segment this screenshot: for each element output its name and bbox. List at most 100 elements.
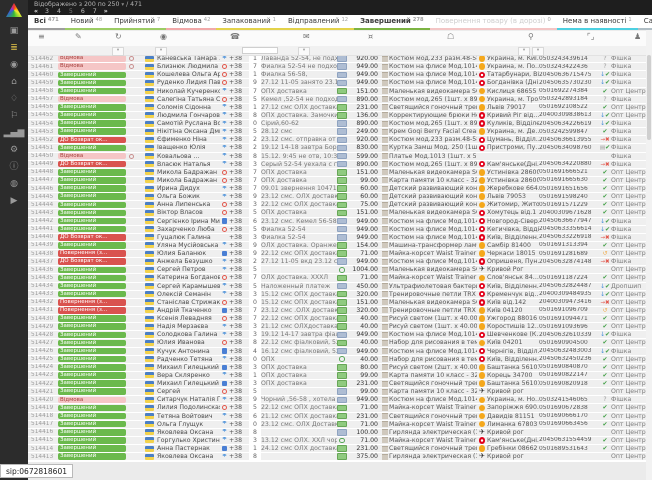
table-row[interactable]: 514415ЗавершенийГоргулько Христина…*+383… xyxy=(28,437,646,445)
orders-list-column-icon[interactable]: ≡ xyxy=(38,32,45,41)
table-row[interactable]: 514451ЗавершенийІващенко Юлія*+38219.12 … xyxy=(28,144,646,152)
table-row[interactable]: 514432Повернення (з…Станіслав Стрижак+38… xyxy=(28,299,646,307)
manager-column-icon[interactable]: ♟ xyxy=(634,32,641,41)
table-row[interactable]: 514449ДО Возврат ок…Власюк Наталья*+383С… xyxy=(28,161,646,169)
table-row[interactable]: 514447ЗавершенийМикола Бадражан+387ОПХ д… xyxy=(28,177,646,185)
filter-dropdown-1[interactable]: ▾ xyxy=(155,47,167,56)
table-row[interactable]: 514438Повернення (з…Юлия Баланюк+38922.1… xyxy=(28,250,646,258)
app-logo[interactable] xyxy=(6,3,22,17)
table-row[interactable]: 514421ЗавершенийСергей+38599.00Карта пам… xyxy=(28,388,646,396)
tab-Завершений[interactable]: Завершений278 xyxy=(354,15,430,30)
table-row[interactable]: 514416ЗавершенийЯковлева Оксана*+388100.… xyxy=(28,429,646,437)
tab-Повернення товару (в дорозі)[interactable]: Повернення товару (в дорозі)0 xyxy=(430,15,557,30)
page-number-7[interactable]: 7 xyxy=(92,8,98,15)
edit-column-icon[interactable]: ✎ xyxy=(75,32,82,41)
tab-Самовивіз[interactable]: Самовивіз2 xyxy=(638,15,652,30)
sidebar-item-customers[interactable]: ◉ xyxy=(0,57,28,74)
phone-column-icon[interactable]: ☎ xyxy=(230,32,240,41)
comment-column-icon[interactable]: ✉ xyxy=(303,32,310,41)
table-row[interactable]: 514424ЗавершенийМихаил Гилецький+383ОПХ … xyxy=(28,364,646,372)
tab-Відправлений[interactable]: Відправлений12 xyxy=(282,15,354,30)
table-row[interactable]: 514420ВідмоваСитарчук Наталія Гр…*+389Чо… xyxy=(28,396,646,404)
table-row[interactable]: 514429ЗавершенийНадія Мерзаєва*+38321.12… xyxy=(28,323,646,331)
table-row[interactable]: 514455ЗавершенийЛюдмила Гончарова*+388ОП… xyxy=(28,112,646,120)
table-row[interactable]: 514431Повернення (з…Андрій Ткаченко+3872… xyxy=(28,307,646,315)
table-row[interactable]: 514417ЗавершенийОльга Глущук*+38023.12 с… xyxy=(28,421,646,429)
range-dropdown-icon[interactable]: ▾ xyxy=(121,2,124,8)
table-row[interactable]: 514440ДО Возврат ок…Гуцалюк Галина+383Фи… xyxy=(28,234,646,242)
table-row[interactable]: 514454ЗавершенийСамотій Руслана Во…*+380… xyxy=(28,120,646,128)
tab-Всі[interactable]: Всі471 xyxy=(28,15,65,30)
scrollbar-thumb[interactable] xyxy=(647,55,651,140)
table-row[interactable]: 514436ЗавершенийСергей Петров*+3851004.0… xyxy=(28,266,646,274)
table-row[interactable]: 514456ЗавершенийСоломія Сідонна*+38127.1… xyxy=(28,104,646,112)
table-row[interactable]: 514425ЗавершенийРадченко Тетяна*+380ОПХ4… xyxy=(28,356,646,364)
page-number-3[interactable]: 3 xyxy=(44,8,50,15)
table-row[interactable]: 514457ВідмоваСалегіна Татьяна С…+385Кеме… xyxy=(28,96,646,104)
table-row[interactable]: 514452ДО Возврат ок…Єфименко Ніна*+38223… xyxy=(28,136,646,144)
table-row[interactable]: 514442ЗавершенийСергієнко Ірина Ми…+3862… xyxy=(28,218,646,226)
filter-dropdown-2[interactable]: ▾ xyxy=(298,47,310,56)
tab-Нема в наявності[interactable]: Нема в наявності1 xyxy=(557,15,638,30)
table-row[interactable]: 514453ЗавершенийНікітіна Оксана Дми…*+38… xyxy=(28,128,646,136)
sidebar-item-dashboard[interactable]: ▣ xyxy=(0,23,28,40)
table-row[interactable]: 514426ЗавершенийКучук Антонина+38416.12 … xyxy=(28,348,646,356)
page-number-5[interactable]: 5 xyxy=(68,8,74,15)
tracking-column-icon[interactable]: ⌜⌟ xyxy=(587,32,595,41)
money-column-icon[interactable]: ¤ xyxy=(368,32,373,41)
sidebar-item-products[interactable]: ♢ xyxy=(0,91,28,108)
table-row[interactable]: 514419ЗавершенийЛилия Подолинская+38522.… xyxy=(28,404,646,412)
sidebar-item-reports[interactable]: ▂▄▆ xyxy=(0,125,28,142)
last-page-icon[interactable]: » xyxy=(104,8,108,15)
table-row[interactable]: 514461ВідмоваБлизнюк Людмила …+387Фиалка… xyxy=(28,63,646,71)
location-column-icon[interactable]: ⚲ xyxy=(528,32,534,41)
table-row[interactable]: 514458ЗавершенийНиколай Кучеренко*+387ОП… xyxy=(28,88,646,96)
tab-Новий[interactable]: Новий48 xyxy=(65,15,108,30)
table-row[interactable]: 514462ВідмоваКаневська Тамара …*+381Лава… xyxy=(28,55,646,63)
table-row[interactable]: 514459ЗавершенийРуденко Лидия Пав…+38927… xyxy=(28,79,646,87)
table-row[interactable]: 514437ДО Возврат ок…Анжела Безушко*+3822… xyxy=(28,258,646,266)
sidebar-item-warehouse[interactable]: ⌂ xyxy=(0,74,28,91)
table-row[interactable]: 514448ЗавершенийМикола Бадражан+387ОПХ д… xyxy=(28,169,646,177)
table-row[interactable]: 514430ЗавершенийКсенія Левадняя+38722.12… xyxy=(28,315,646,323)
table-row[interactable]: 514433ЗавершенийОлексій Семанін*+38315.1… xyxy=(28,291,646,299)
phone-filter-input[interactable] xyxy=(242,47,278,54)
table-row[interactable]: 514450ВідмоваКовальова …*+38815.12. 9:45… xyxy=(28,153,646,161)
tab-Запакований[interactable]: Запакований1 xyxy=(216,15,282,30)
filter-dropdown-0[interactable]: ▾ xyxy=(112,47,124,56)
tab-Прийнятий[interactable]: Прийнятий7 xyxy=(108,15,166,30)
refresh-column-icon[interactable]: ↻ xyxy=(115,32,122,41)
table-row[interactable]: 514428ЗавершенийСолодкова Галина В…*+383… xyxy=(28,331,646,339)
table-row[interactable]: 514422ЗавершенийМихаил Гилецький+383ОПХ … xyxy=(28,380,646,388)
table-row[interactable]: 514414ЗавершенийАнна Пастернак+38124.12 … xyxy=(28,445,646,453)
filter-dropdown-4[interactable]: ▾ xyxy=(532,47,544,56)
table-row[interactable]: 514460ЗавершенийКошелева Ольга Ар…+381Фи… xyxy=(28,71,646,79)
page-number-6[interactable]: 6 xyxy=(80,8,86,15)
table-row[interactable]: 514413ЗавершенийЯковлева Оксана*+388375.… xyxy=(28,453,646,461)
table-row[interactable]: 514441ЗавершенийЗахарченко Люба+385Фиалк… xyxy=(28,226,646,234)
table-row[interactable]: 514434ЗавершенийСергей Карамышев*+385Нал… xyxy=(28,283,646,291)
customers-column-icon[interactable]: ◉ xyxy=(160,32,167,41)
sidebar-item-marketing[interactable]: ⚐ xyxy=(0,108,28,125)
table-row[interactable]: 514439ЗавершенийУляна Мусійовська*+389ОЛ… xyxy=(28,242,646,250)
sidebar-item-orders[interactable]: ≣ xyxy=(0,40,28,57)
first-page-icon[interactable]: « xyxy=(34,8,38,15)
table-row[interactable]: 514446ЗавершенийИрина Дидух*+38709.01 зв… xyxy=(28,185,646,193)
vertical-scrollbar[interactable] xyxy=(646,30,652,480)
table-row[interactable]: 514427ЗавершенийЮлия Иванова+38822.12 см… xyxy=(28,339,646,347)
table-row[interactable]: 514435ЗавершенийКатерина Богданова+387ОЛ… xyxy=(28,274,646,282)
sidebar-item-settings[interactable]: ⚙ xyxy=(0,142,28,159)
sidebar-item-globe[interactable]: ◍ xyxy=(0,176,28,193)
product-column-icon[interactable]: ☖ xyxy=(447,32,454,41)
sidebar-item-video[interactable]: ▶ xyxy=(0,193,28,210)
sidebar-item-info[interactable]: ⓘ xyxy=(0,159,28,176)
product-icon-cell xyxy=(380,332,389,338)
page-number-4[interactable]: 4 xyxy=(56,8,62,15)
table-row[interactable]: 514444ЗавершенийАнна Липенська+38322.12 … xyxy=(28,201,646,209)
filter-dropdown-3[interactable]: ▾ xyxy=(518,47,530,56)
table-row[interactable]: 514418ЗавершенийТетяна Войтович*+38621.1… xyxy=(28,413,646,421)
table-row[interactable]: 514443ЗавершенийВіктор Власов+385ОПХ дос… xyxy=(28,209,646,217)
table-row[interactable]: 514423ЗавершенийВера Скляренко*+381ОПХ д… xyxy=(28,372,646,380)
table-row[interactable]: 514445ЗавершенийОльга Божик*+38923.12 см… xyxy=(28,193,646,201)
tab-Відмова[interactable]: Відмова42 xyxy=(166,15,216,30)
